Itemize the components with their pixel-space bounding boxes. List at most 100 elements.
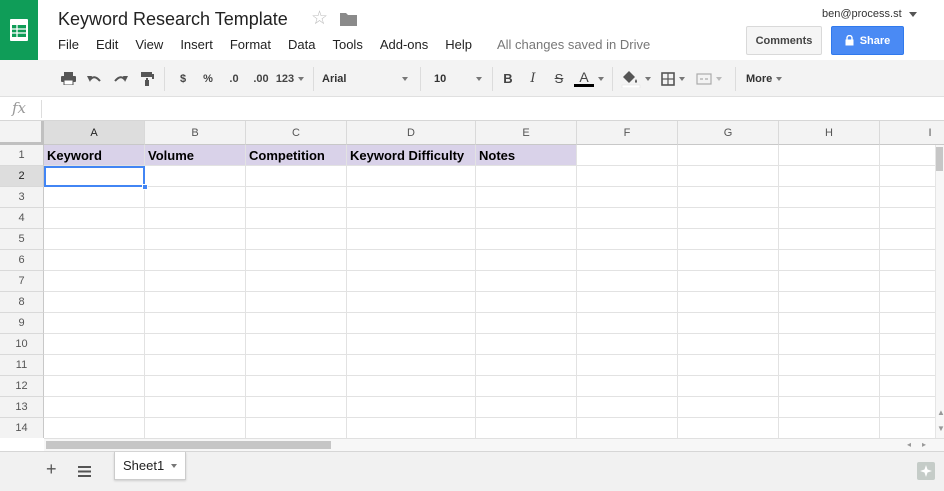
cell-e14[interactable] — [476, 418, 577, 438]
currency-format-button[interactable]: $ — [174, 60, 192, 97]
folder-icon[interactable] — [340, 12, 357, 31]
menu-addons[interactable]: Add-ons — [380, 37, 428, 53]
save-status[interactable]: All changes saved in Drive — [497, 37, 650, 53]
cell-g1[interactable] — [678, 145, 779, 166]
cell-g5[interactable] — [678, 229, 779, 250]
row-header-9[interactable]: 9 — [0, 313, 44, 334]
cell-b6[interactable] — [145, 250, 246, 271]
cell-d3[interactable] — [347, 187, 476, 208]
row-header-1[interactable]: 1 — [0, 145, 44, 166]
cell-g9[interactable] — [678, 313, 779, 334]
cell-d13[interactable] — [347, 397, 476, 418]
fill-handle[interactable] — [142, 184, 148, 190]
cell-a12[interactable] — [44, 376, 145, 397]
cell-d7[interactable] — [347, 271, 476, 292]
cell-a13[interactable] — [44, 397, 145, 418]
cell-d14[interactable] — [347, 418, 476, 438]
cell-h3[interactable] — [779, 187, 880, 208]
cell-e7[interactable] — [476, 271, 577, 292]
cell-b8[interactable] — [145, 292, 246, 313]
vertical-scroll-thumb[interactable] — [936, 147, 943, 171]
italic-button[interactable]: I — [525, 60, 541, 97]
cell-g3[interactable] — [678, 187, 779, 208]
cell-e2[interactable] — [476, 166, 577, 187]
menu-view[interactable]: View — [135, 37, 163, 53]
row-header-4[interactable]: 4 — [0, 208, 44, 229]
cell-c10[interactable] — [246, 334, 347, 355]
menu-help[interactable]: Help — [445, 37, 472, 53]
column-header-f[interactable]: F — [577, 121, 678, 145]
sheets-logo-icon[interactable] — [0, 0, 38, 60]
cell-e10[interactable] — [476, 334, 577, 355]
cell-g8[interactable] — [678, 292, 779, 313]
menu-insert[interactable]: Insert — [180, 37, 213, 53]
cell-c5[interactable] — [246, 229, 347, 250]
cell-b5[interactable] — [145, 229, 246, 250]
cell-a3[interactable] — [44, 187, 145, 208]
cell-c3[interactable] — [246, 187, 347, 208]
cell-a11[interactable] — [44, 355, 145, 376]
cell-c11[interactable] — [246, 355, 347, 376]
cell-b3[interactable] — [145, 187, 246, 208]
cell-g6[interactable] — [678, 250, 779, 271]
font-size-dropdown[interactable]: 10 — [434, 60, 482, 97]
redo-icon[interactable] — [110, 60, 130, 97]
cell-f3[interactable] — [577, 187, 678, 208]
cell-c6[interactable] — [246, 250, 347, 271]
sheet-tab-sheet1[interactable]: Sheet1 — [114, 452, 186, 480]
column-header-c[interactable]: C — [246, 121, 347, 145]
row-header-5[interactable]: 5 — [0, 229, 44, 250]
column-header-g[interactable]: G — [678, 121, 779, 145]
row-header-10[interactable]: 10 — [0, 334, 44, 355]
cell-g11[interactable] — [678, 355, 779, 376]
more-formats-dropdown[interactable]: 123 — [275, 60, 305, 97]
cell-d5[interactable] — [347, 229, 476, 250]
row-header-3[interactable]: 3 — [0, 187, 44, 208]
cell-d6[interactable] — [347, 250, 476, 271]
column-header-h[interactable]: H — [779, 121, 880, 145]
cell-a9[interactable] — [44, 313, 145, 334]
column-header-i[interactable]: I — [880, 121, 944, 145]
cell-h10[interactable] — [779, 334, 880, 355]
star-icon[interactable]: ☆ — [311, 9, 328, 29]
column-header-d[interactable]: D — [347, 121, 476, 145]
cell-h9[interactable] — [779, 313, 880, 334]
column-header-b[interactable]: B — [145, 121, 246, 145]
scroll-down-arrow-icon[interactable]: ▼ — [937, 424, 944, 433]
cell-h1[interactable] — [779, 145, 880, 166]
cell-b9[interactable] — [145, 313, 246, 334]
scroll-right-arrow-icon[interactable]: ▸ — [922, 440, 926, 449]
select-all-corner[interactable] — [0, 121, 44, 145]
document-title[interactable]: Keyword Research Template — [58, 9, 288, 30]
cell-b11[interactable] — [145, 355, 246, 376]
all-sheets-menu-icon[interactable] — [78, 464, 91, 482]
cell-f8[interactable] — [577, 292, 678, 313]
cell-e1[interactable]: Notes — [476, 145, 577, 166]
cell-h6[interactable] — [779, 250, 880, 271]
font-family-dropdown[interactable]: Arial — [322, 60, 408, 97]
comments-button[interactable]: Comments — [746, 26, 822, 55]
cell-a5[interactable] — [44, 229, 145, 250]
cell-f10[interactable] — [577, 334, 678, 355]
cell-f4[interactable] — [577, 208, 678, 229]
cell-d12[interactable] — [347, 376, 476, 397]
cell-c9[interactable] — [246, 313, 347, 334]
cell-g10[interactable] — [678, 334, 779, 355]
cell-a8[interactable] — [44, 292, 145, 313]
cell-c1[interactable]: Competition — [246, 145, 347, 166]
cell-h4[interactable] — [779, 208, 880, 229]
row-header-13[interactable]: 13 — [0, 397, 44, 418]
cell-b7[interactable] — [145, 271, 246, 292]
cell-h8[interactable] — [779, 292, 880, 313]
cell-h12[interactable] — [779, 376, 880, 397]
cell-b12[interactable] — [145, 376, 246, 397]
column-header-e[interactable]: E — [476, 121, 577, 145]
column-header-a[interactable]: A — [44, 121, 145, 145]
cell-f6[interactable] — [577, 250, 678, 271]
cell-f11[interactable] — [577, 355, 678, 376]
cell-e9[interactable] — [476, 313, 577, 334]
strikethrough-button[interactable]: S — [551, 60, 567, 97]
percent-format-button[interactable]: % — [199, 60, 217, 97]
cell-a1[interactable]: Keyword — [44, 145, 145, 166]
cell-b4[interactable] — [145, 208, 246, 229]
